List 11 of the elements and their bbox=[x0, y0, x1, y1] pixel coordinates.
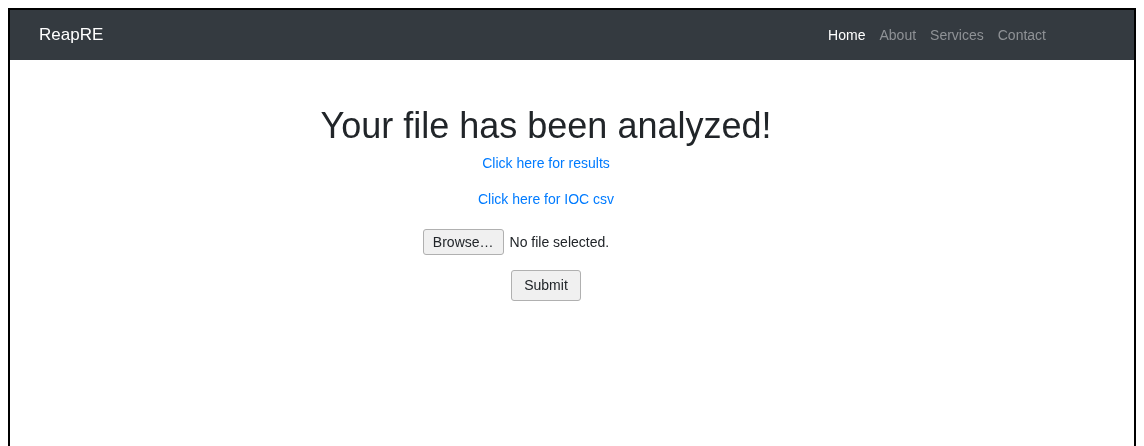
page-heading: Your file has been analyzed! bbox=[320, 104, 772, 148]
download-link[interactable]: Click here for IOC csv bbox=[477, 190, 615, 209]
nav-link[interactable]: About bbox=[879, 24, 917, 46]
file-status: No file selected. bbox=[509, 232, 610, 252]
nav-link[interactable]: Services bbox=[930, 24, 984, 46]
submit-button[interactable]: Submit bbox=[511, 270, 581, 301]
nav-link[interactable]: Home bbox=[828, 24, 866, 46]
brand-link[interactable]: ReapRE bbox=[39, 22, 104, 48]
nav-link[interactable]: Contact bbox=[997, 24, 1046, 46]
browse-button[interactable]: Browse… bbox=[422, 229, 504, 255]
download-link[interactable]: Click here for results bbox=[482, 154, 610, 173]
